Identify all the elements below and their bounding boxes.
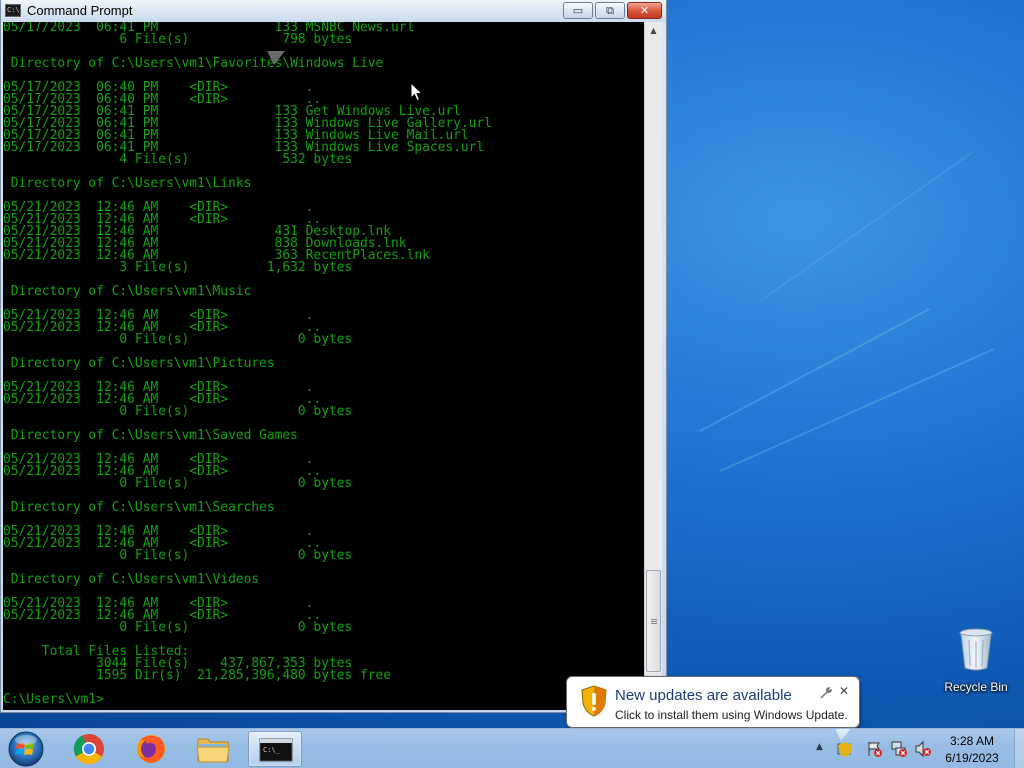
taskbar: C:\_ ▲ 3:28 AM 6/19/2023 (0, 728, 1024, 768)
wallpaper-streak (699, 308, 931, 432)
scrollbar-thumb[interactable] (646, 570, 661, 672)
console-line: 4 File(s) 532 bytes (3, 152, 353, 167)
cmd-icon: C:\_ (259, 738, 293, 762)
network-icon[interactable] (890, 740, 908, 758)
console-line: 0 File(s) 0 bytes (3, 620, 353, 635)
window-title: Command Prompt (27, 3, 133, 18)
command-prompt-line: C:\Users\vm1> (3, 692, 104, 707)
taskbar-explorer-button[interactable] (186, 731, 240, 767)
recycle-bin-icon (958, 628, 994, 672)
console-line: Directory of C:\Users\vm1\Favorites\Wind… (3, 56, 384, 71)
console-line: Directory of C:\Users\vm1\Videos (3, 572, 260, 587)
console-line: 0 File(s) 0 bytes (3, 548, 353, 563)
start-button[interactable] (4, 730, 48, 768)
console-line: 3 File(s) 1,632 bytes (3, 260, 353, 275)
recycle-bin-label: Recycle Bin (944, 680, 1008, 694)
close-button[interactable]: ✕ (627, 2, 662, 19)
console-lines: 05/17/2023 06:41 PM 133 MSNBC News.url 6… (3, 22, 644, 706)
action-center-flag-icon[interactable] (866, 740, 884, 758)
balloon-tail-outline (267, 51, 285, 65)
console-line: 0 File(s) 0 bytes (3, 404, 353, 419)
grip-icon (651, 619, 657, 624)
restore-button[interactable]: ⧉ (595, 2, 625, 19)
notification-close-icon[interactable]: ✕ (837, 684, 851, 698)
cmd-window-icon[interactable]: C:\ (5, 4, 21, 17)
command-prompt-window[interactable]: C:\ Command Prompt ▭ ⧉ ✕ 05/17/2023 06:4… (0, 0, 667, 713)
show-desktop-button[interactable] (1014, 729, 1024, 768)
console-line: Directory of C:\Users\vm1\Links (3, 176, 252, 191)
vertical-scrollbar[interactable]: ▲ ▼ (644, 22, 662, 710)
title-bar[interactable]: C:\ Command Prompt ▭ ⧉ ✕ (1, 0, 666, 22)
chrome-icon (73, 734, 104, 765)
clock-date: 6/19/2023 (945, 751, 999, 765)
minimize-button[interactable]: ▭ (563, 2, 593, 19)
system-tray: ▲ 3:28 AM 6/19/2023 (810, 729, 1024, 768)
console-line: Directory of C:\Users\vm1\Music (3, 284, 252, 299)
console-output[interactable]: 05/17/2023 06:41 PM 133 MSNBC News.url 6… (3, 22, 644, 710)
console-line: Directory of C:\Users\vm1\Searches (3, 500, 275, 515)
console-line: Directory of C:\Users\vm1\Saved Games (3, 428, 298, 443)
scroll-up-arrow-icon[interactable]: ▲ (645, 22, 662, 39)
wallpaper-streak (759, 151, 974, 302)
clock-time: 3:28 AM (949, 734, 995, 748)
wrench-icon[interactable] (819, 686, 833, 700)
wallpaper-streak (719, 348, 995, 472)
folder-icon (196, 738, 230, 763)
windows-update-tray-icon[interactable] (836, 740, 854, 758)
console-line: 0 File(s) 0 bytes (3, 332, 353, 347)
console-line: 6 File(s) 798 bytes (3, 32, 353, 47)
recycle-bin[interactable]: Recycle Bin (940, 628, 1012, 694)
clock[interactable]: 3:28 AM 6/19/2023 (938, 733, 1006, 767)
windows-update-shield-icon (581, 685, 607, 717)
console-line: 0 File(s) 0 bytes (3, 476, 353, 491)
taskbar-firefox-button[interactable] (124, 731, 178, 767)
taskbar-command-prompt-button[interactable]: C:\_ (248, 731, 302, 767)
notification-title: New updates are available (615, 687, 792, 704)
svg-text:C:\_: C:\_ (263, 746, 281, 754)
firefox-icon (137, 735, 165, 763)
show-hidden-icons-arrow-icon[interactable]: ▲ (816, 742, 823, 752)
update-notification-balloon[interactable]: New updates are available Click to insta… (566, 676, 860, 741)
console-line: 1595 Dir(s) 21,285,396,480 bytes free (3, 668, 392, 683)
console-line: Directory of C:\Users\vm1\Pictures (3, 356, 275, 371)
volume-muted-icon[interactable] (914, 740, 932, 758)
notification-text: Click to install them using Windows Upda… (615, 708, 848, 722)
taskbar-chrome-button[interactable] (62, 731, 116, 767)
